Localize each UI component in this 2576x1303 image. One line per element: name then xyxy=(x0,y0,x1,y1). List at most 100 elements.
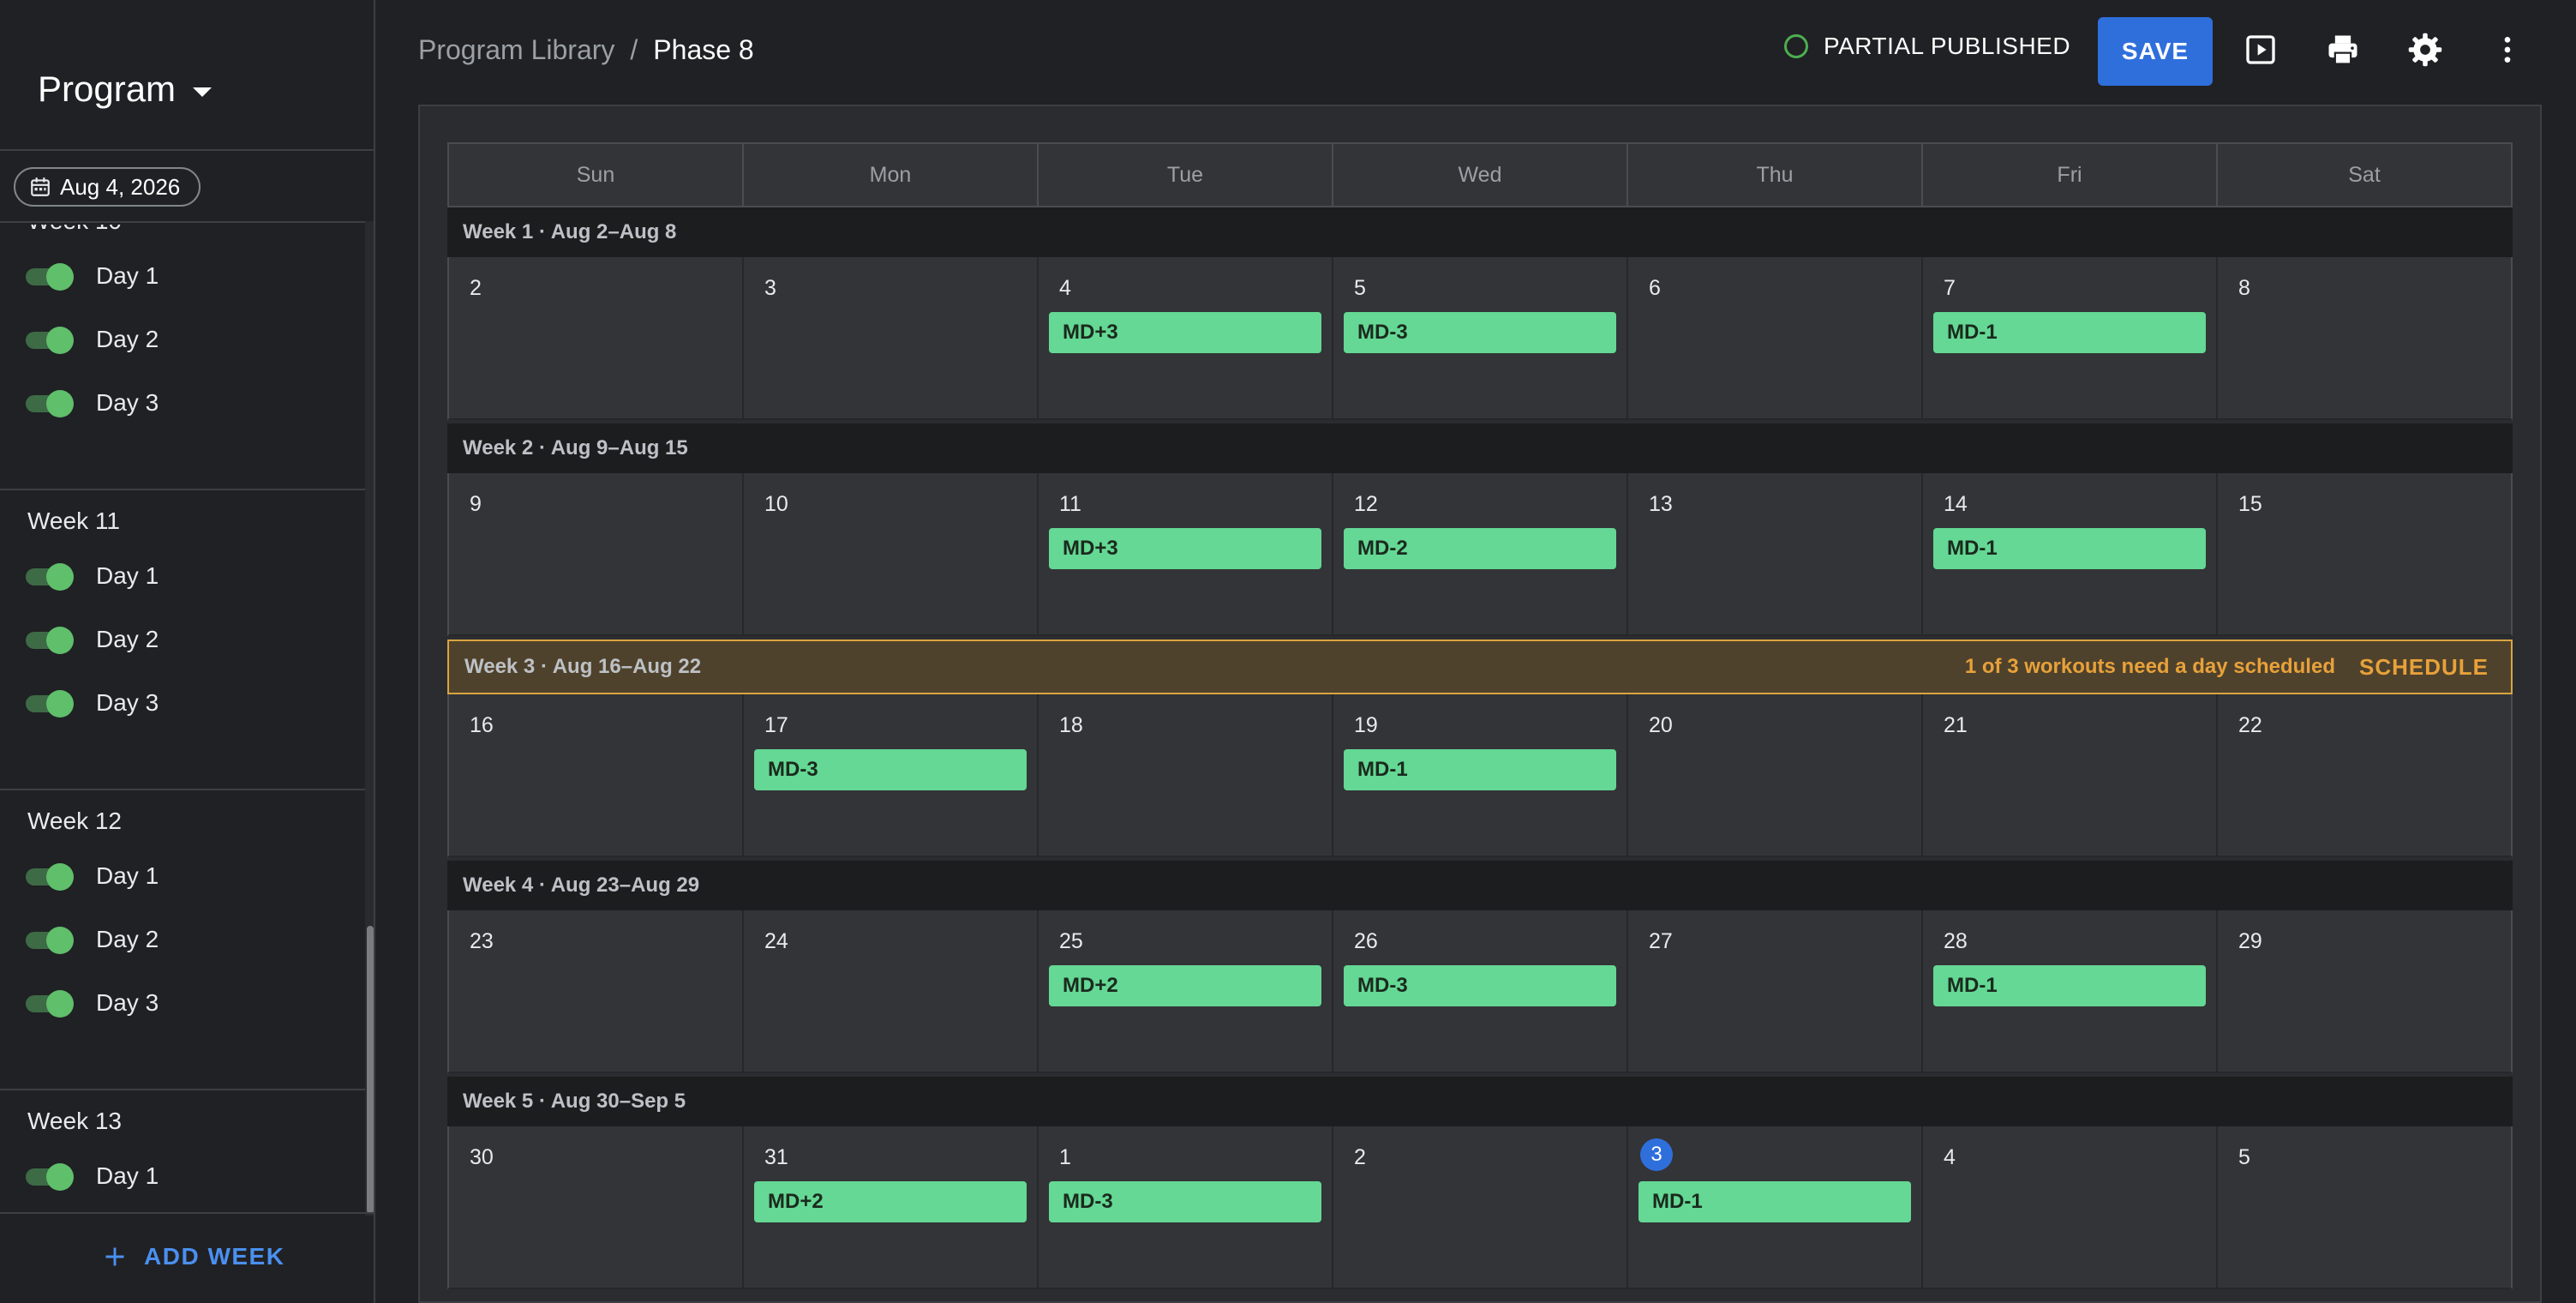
workout-chip[interactable]: MD-1 xyxy=(1933,965,2206,1006)
day-toggle-switch[interactable] xyxy=(24,1162,74,1191)
day-cell[interactable]: 28 MD-1 xyxy=(1923,910,2218,1073)
workout-chip[interactable]: MD-3 xyxy=(1344,965,1616,1006)
day-cell[interactable]: 31 MD+2 xyxy=(744,1126,1039,1289)
sidebar-week-label[interactable]: Week 13 xyxy=(27,1108,122,1135)
save-button[interactable]: SAVE xyxy=(2098,17,2213,86)
day-cell[interactable]: 3 xyxy=(744,257,1039,420)
day-cell[interactable]: 21 xyxy=(1923,694,2218,857)
day-cell[interactable]: 6 xyxy=(1628,257,1923,420)
sidebar-day-label: Day 3 xyxy=(96,989,159,1016)
day-cell[interactable]: 25 MD+2 xyxy=(1039,910,1333,1073)
day-number: 12 xyxy=(1354,492,1378,516)
day-cell[interactable]: 22 xyxy=(2218,694,2513,857)
toggle-thumb xyxy=(46,327,74,354)
day-cell[interactable]: 5 MD-3 xyxy=(1333,257,1628,420)
day-cell[interactable]: 2 xyxy=(1333,1126,1628,1289)
workout-chip[interactable]: MD-3 xyxy=(754,749,1027,790)
day-cell[interactable]: 13 xyxy=(1628,473,1923,636)
day-cell[interactable]: 5 xyxy=(2218,1126,2513,1289)
workout-chip[interactable]: MD-3 xyxy=(1049,1181,1321,1222)
workout-chip[interactable]: MD-1 xyxy=(1344,749,1616,790)
day-cell[interactable]: 4 MD+3 xyxy=(1039,257,1333,420)
toggle-thumb xyxy=(46,563,74,591)
sidebar-day-item[interactable]: Day 1 xyxy=(24,559,159,593)
sidebar-day-item[interactable]: Day 2 xyxy=(24,322,159,357)
day-cell[interactable]: 11 MD+3 xyxy=(1039,473,1333,636)
day-cell[interactable]: 18 xyxy=(1039,694,1333,857)
day-number: 4 xyxy=(1059,276,1071,300)
sidebar-week-label[interactable]: Week 12 xyxy=(27,808,122,835)
workout-chip[interactable]: MD+2 xyxy=(1049,965,1321,1006)
day-number: 19 xyxy=(1354,713,1378,737)
workout-chip[interactable]: MD-1 xyxy=(1638,1181,1911,1222)
day-cell[interactable]: 15 xyxy=(2218,473,2513,636)
day-cell[interactable]: 27 xyxy=(1628,910,1923,1073)
day-number: 23 xyxy=(470,929,494,953)
settings-gear-icon[interactable] xyxy=(2405,29,2446,70)
day-toggle-switch[interactable] xyxy=(24,325,74,354)
day-cell[interactable]: 24 xyxy=(744,910,1039,1073)
day-cell[interactable]: 3 MD-1 xyxy=(1628,1126,1923,1289)
play-preview-icon[interactable] xyxy=(2240,29,2281,70)
sidebar-day-item[interactable]: Day 3 xyxy=(24,386,159,420)
day-toggle-switch[interactable] xyxy=(24,988,74,1018)
workout-chip[interactable]: MD-3 xyxy=(1344,312,1616,353)
day-cell[interactable]: 19 MD-1 xyxy=(1333,694,1628,857)
print-icon[interactable] xyxy=(2322,29,2363,70)
day-cell[interactable]: 2 xyxy=(447,257,744,420)
sidebar-week-label[interactable]: Week 11 xyxy=(27,507,120,535)
day-toggle-switch[interactable] xyxy=(24,388,74,417)
toggle-thumb xyxy=(46,390,74,417)
day-number: 15 xyxy=(2238,492,2262,516)
workout-chip[interactable]: MD+2 xyxy=(754,1181,1027,1222)
breadcrumb-root-link[interactable]: Program Library xyxy=(418,34,614,66)
workout-chip[interactable]: MD-2 xyxy=(1344,528,1616,569)
week-divider xyxy=(0,1089,365,1090)
sidebar-day-item[interactable]: Day 1 xyxy=(24,1159,159,1193)
workout-chip[interactable]: MD-1 xyxy=(1933,528,2206,569)
day-cell[interactable]: 20 xyxy=(1628,694,1923,857)
day-cell[interactable]: 16 xyxy=(447,694,744,857)
workout-chip[interactable]: MD-1 xyxy=(1933,312,2206,353)
sidebar-day-label: Day 2 xyxy=(96,626,159,652)
day-toggle-switch[interactable] xyxy=(24,625,74,654)
sidebar-day-label: Day 1 xyxy=(96,262,159,289)
day-cell[interactable]: 1 MD-3 xyxy=(1039,1126,1333,1289)
day-cell[interactable]: 10 xyxy=(744,473,1039,636)
scrollbar-thumb[interactable] xyxy=(367,926,374,1214)
day-cell[interactable]: 4 xyxy=(1923,1126,2218,1289)
sidebar-day-item[interactable]: Day 3 xyxy=(24,686,159,720)
day-toggle-switch[interactable] xyxy=(24,925,74,954)
sidebar-day-item[interactable]: Day 1 xyxy=(24,859,159,893)
week-divider xyxy=(0,789,365,790)
sidebar-day-item[interactable]: Day 3 xyxy=(24,986,159,1020)
program-menu[interactable]: Program xyxy=(38,69,213,110)
day-toggle-switch[interactable] xyxy=(24,862,74,891)
sidebar-day-item[interactable]: Day 1 xyxy=(24,259,159,293)
day-cell[interactable]: 7 MD-1 xyxy=(1923,257,2218,420)
day-number: 27 xyxy=(1649,929,1673,953)
day-toggle-switch[interactable] xyxy=(24,261,74,291)
sidebar-week-label[interactable]: Week 10 xyxy=(27,225,122,235)
day-cell[interactable]: 9 xyxy=(447,473,744,636)
day-toggle-switch[interactable] xyxy=(24,561,74,591)
date-chip[interactable]: Aug 4, 2026 xyxy=(14,167,201,207)
day-cell[interactable]: 14 MD-1 xyxy=(1923,473,2218,636)
day-cell[interactable]: 12 MD-2 xyxy=(1333,473,1628,636)
day-cell[interactable]: 17 MD-3 xyxy=(744,694,1039,857)
status-circle-icon xyxy=(1784,34,1808,58)
day-toggle-switch[interactable] xyxy=(24,688,74,718)
sidebar-day-item[interactable]: Day 2 xyxy=(24,922,159,957)
workout-chip[interactable]: MD+3 xyxy=(1049,312,1321,353)
day-cell[interactable]: 26 MD-3 xyxy=(1333,910,1628,1073)
day-cell[interactable]: 8 xyxy=(2218,257,2513,420)
day-cell[interactable]: 30 xyxy=(447,1126,744,1289)
day-cell[interactable]: 29 xyxy=(2218,910,2513,1073)
workout-chip[interactable]: MD+3 xyxy=(1049,528,1321,569)
day-cell[interactable]: 23 xyxy=(447,910,744,1073)
schedule-button[interactable]: SCHEDULE xyxy=(2359,654,2489,681)
sidebar-day-item[interactable]: Day 2 xyxy=(24,622,159,657)
more-vert-icon[interactable] xyxy=(2487,29,2528,70)
add-week-button[interactable]: ADD WEEK xyxy=(103,1243,285,1270)
day-number: 1 xyxy=(1059,1145,1071,1169)
